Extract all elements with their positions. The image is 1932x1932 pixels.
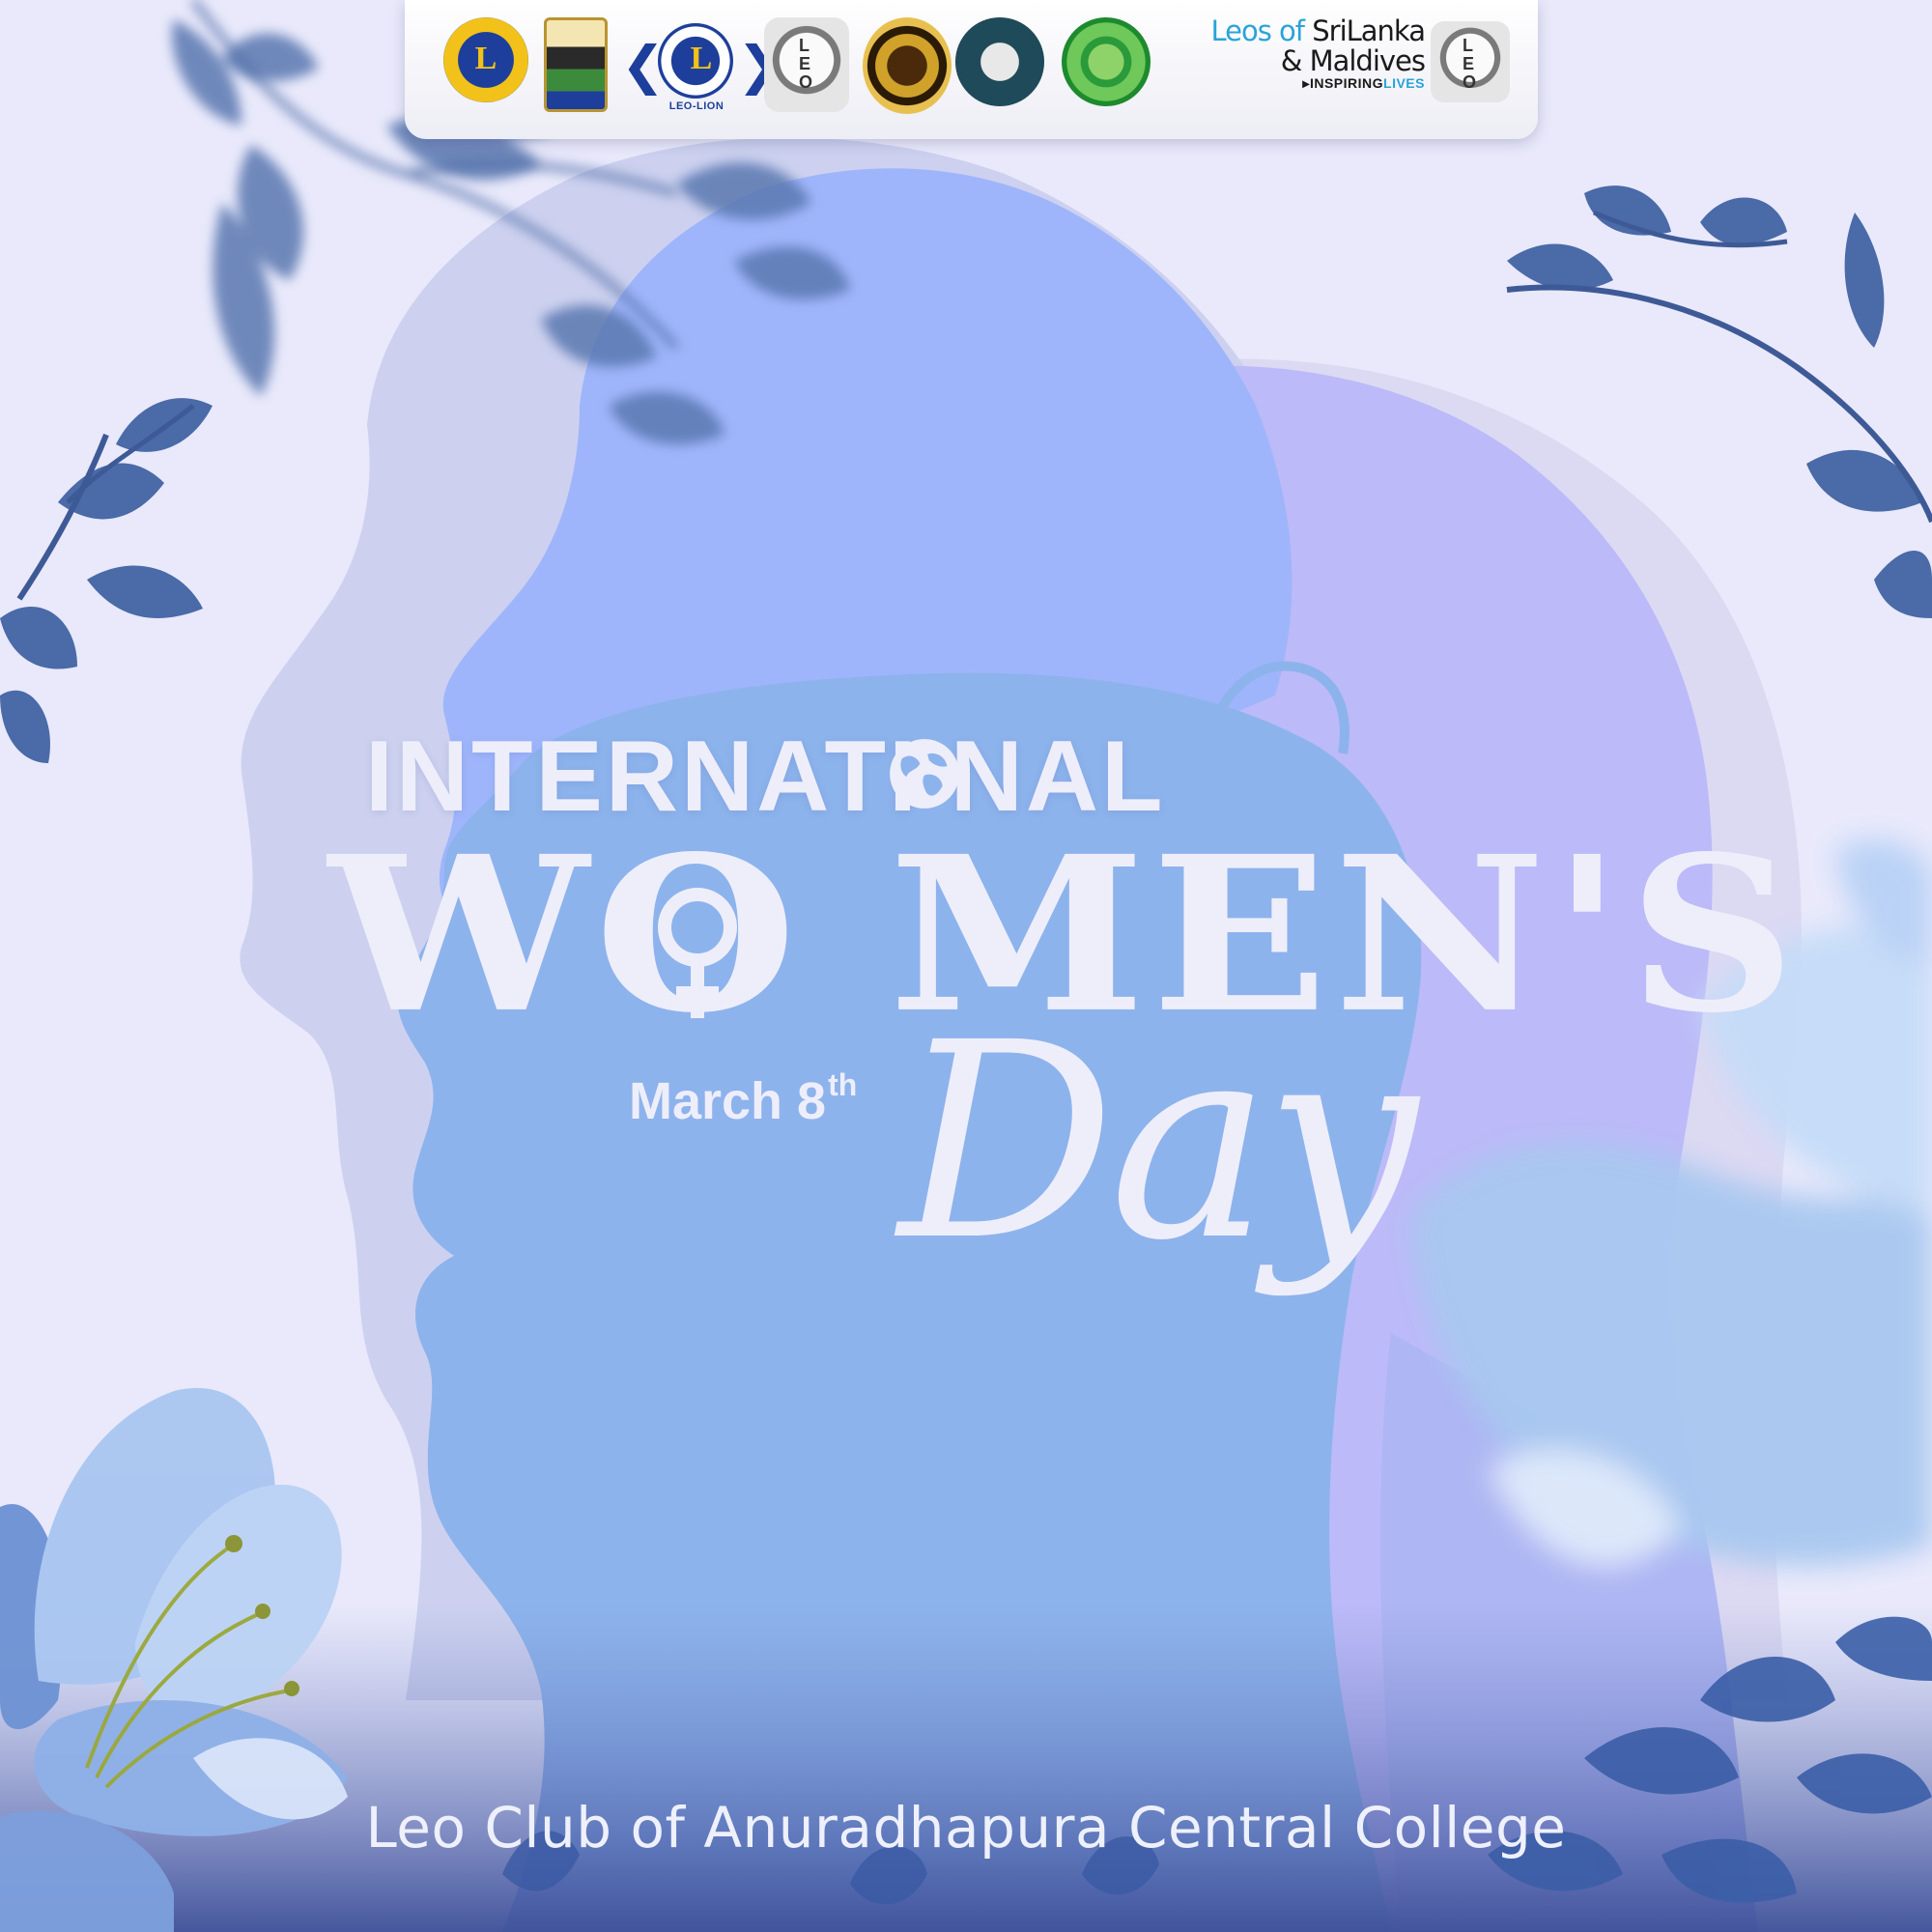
leos-srilanka-maldives-brand: Leos of SriLanka & Maldives ▸INSPIRINGLI… bbox=[1203, 14, 1427, 92]
female-symbol-icon bbox=[658, 888, 737, 1018]
poster: ❮ ❯ LEO-LION Leos of SriLanka & Maldives… bbox=[0, 0, 1932, 1932]
club-name: Leo Club of Anuradhapura Central College bbox=[365, 1795, 1567, 1861]
lions-badge-icon bbox=[658, 23, 733, 99]
district-logo bbox=[544, 17, 608, 112]
leo-logo bbox=[1431, 21, 1510, 102]
gold-crest-logo bbox=[863, 17, 952, 114]
title-day: Day bbox=[898, 985, 1418, 1300]
brand-line-1: Leos of SriLanka bbox=[1210, 14, 1426, 47]
leaves-left bbox=[0, 398, 213, 763]
leo-lion-logo: ❮ ❯ LEO-LION bbox=[621, 17, 781, 112]
brand-tagline: ▸INSPIRINGLIVES bbox=[1302, 75, 1425, 91]
sponsor-logo-bar: ❮ ❯ LEO-LION Leos of SriLanka & Maldives… bbox=[405, 0, 1538, 139]
green-college-logo bbox=[1062, 17, 1151, 106]
leo-lion-caption: LEO-LION bbox=[668, 100, 724, 112]
leo-logo bbox=[764, 17, 849, 112]
chevron-left-icon: ❮ bbox=[621, 35, 666, 96]
leo-district-306-logo bbox=[955, 17, 1044, 106]
event-date: March 8th bbox=[629, 1067, 858, 1130]
brand-line-2: & Maldives bbox=[1280, 44, 1426, 77]
lions-clubs-logo bbox=[443, 17, 528, 102]
globe-icon bbox=[890, 739, 959, 809]
